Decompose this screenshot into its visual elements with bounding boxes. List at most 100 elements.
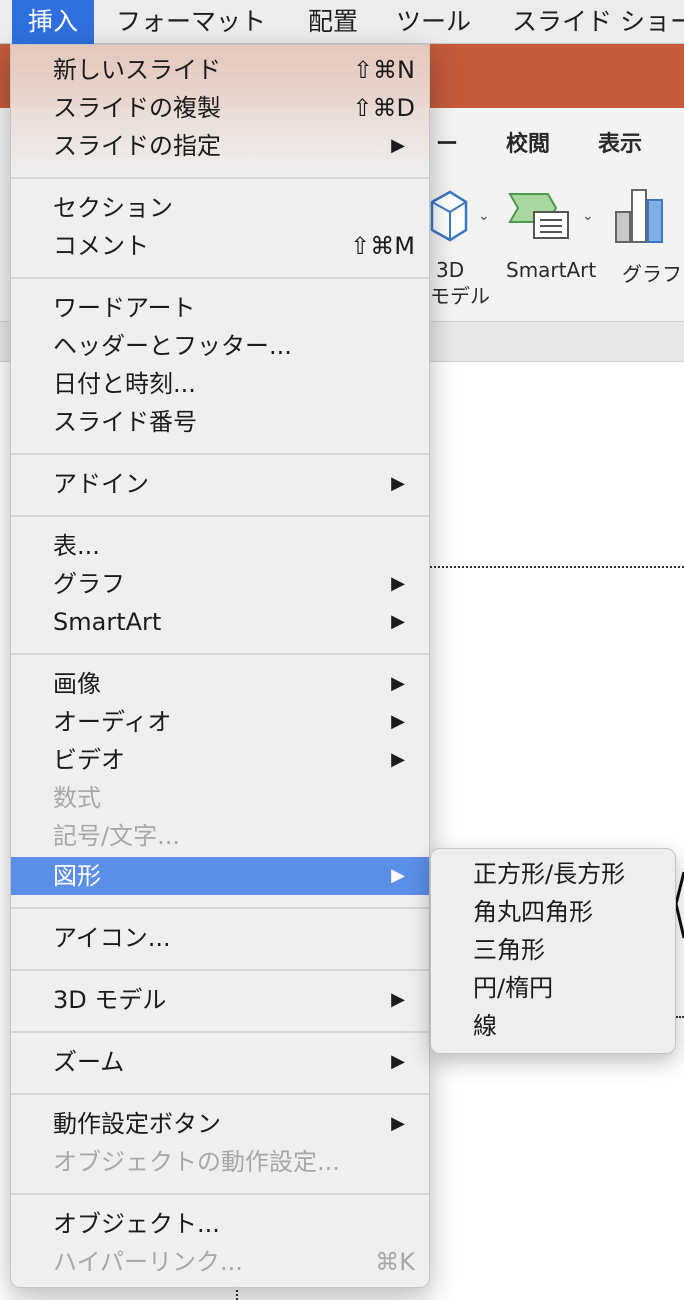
menubar-format[interactable]: フォーマット bbox=[116, 0, 266, 44]
submenu-arrow-icon: ▶ bbox=[391, 989, 405, 1010]
menu-item-header-footer[interactable]: ヘッダーとフッター... bbox=[11, 327, 429, 365]
menu-item-label: 記号/文字... bbox=[53, 822, 180, 850]
menu-item-label: ハイパーリンク... bbox=[53, 1248, 243, 1276]
menu-separator bbox=[11, 1093, 429, 1095]
menu-item-hyperlink: ハイパーリンク... ⌘K bbox=[11, 1243, 429, 1281]
menu-item-equation: 数式 bbox=[11, 779, 429, 817]
submenu-arrow-icon: ▶ bbox=[391, 1051, 405, 1072]
menu-item-shortcut: ⌘K bbox=[375, 1248, 415, 1276]
menu-separator bbox=[11, 653, 429, 655]
menu-separator bbox=[11, 277, 429, 279]
menu-item-label: ズーム bbox=[53, 1048, 125, 1076]
ribbon-3d-model-button[interactable]: ⌄ 3D モデル bbox=[430, 174, 500, 314]
tab-review[interactable]: 校閲 bbox=[506, 126, 550, 158]
menu-item-chart[interactable]: グラフ ▶ bbox=[11, 565, 429, 603]
chevron-down-icon[interactable]: ⌄ bbox=[478, 208, 490, 224]
menu-item-duplicate-slide[interactable]: スライドの複製 ⇧⌘D bbox=[11, 89, 429, 127]
menu-item-table[interactable]: 表... bbox=[11, 527, 429, 565]
submenu-arrow-icon: ▶ bbox=[391, 749, 405, 770]
submenu-item-oval[interactable]: 円/楕円 bbox=[431, 969, 675, 1007]
menu-separator bbox=[11, 177, 429, 179]
menu-bar: 挿入 フォーマット 配置 ツール スライド ショー bbox=[0, 0, 684, 44]
menu-item-slide-from[interactable]: スライドの指定 ▶ bbox=[11, 127, 429, 165]
menu-item-shortcut: ⇧⌘N bbox=[352, 56, 415, 84]
menu-item-audio[interactable]: オーディオ ▶ bbox=[11, 703, 429, 741]
submenu-arrow-icon: ▶ bbox=[391, 1113, 405, 1134]
submenu-item-label: 角丸四角形 bbox=[473, 898, 593, 926]
menu-item-icons[interactable]: アイコン... bbox=[11, 919, 429, 957]
menu-item-label: セクション bbox=[53, 194, 173, 222]
menu-item-label: スライドの指定 bbox=[53, 132, 221, 160]
smartart-label: SmartArt bbox=[506, 258, 597, 282]
menu-item-label: 図形 bbox=[53, 862, 101, 890]
menu-item-label: オーディオ bbox=[53, 708, 172, 736]
menu-separator bbox=[11, 515, 429, 517]
submenu-arrow-icon: ▶ bbox=[391, 135, 405, 156]
menu-item-label: オブジェクトの動作設定... bbox=[53, 1148, 340, 1176]
model3d-label-line1: 3D bbox=[436, 258, 465, 282]
placeholder-border bbox=[430, 566, 684, 568]
submenu-item-label: 円/楕円 bbox=[473, 974, 554, 1002]
menu-item-label: 数式 bbox=[53, 784, 101, 812]
menu-item-picture[interactable]: 画像 ▶ bbox=[11, 665, 429, 703]
menu-item-3d-model[interactable]: 3D モデル ▶ bbox=[11, 981, 429, 1019]
submenu-item-label: 三角形 bbox=[473, 936, 545, 964]
insert-menu: 新しいスライド ⇧⌘N スライドの複製 ⇧⌘D スライドの指定 ▶ セクション … bbox=[10, 44, 430, 1288]
menu-item-video[interactable]: ビデオ ▶ bbox=[11, 741, 429, 779]
placeholder-border bbox=[236, 1286, 238, 1300]
menu-item-new-slide[interactable]: 新しいスライド ⇧⌘N bbox=[11, 51, 429, 89]
tab-partial[interactable]: ー bbox=[436, 126, 458, 158]
menubar-slideshow[interactable]: スライド ショー bbox=[512, 0, 684, 44]
menu-item-zoom[interactable]: ズーム ▶ bbox=[11, 1043, 429, 1081]
menu-item-label: アイコン... bbox=[53, 924, 171, 952]
ribbon-smartart-button[interactable]: ⌄ SmartArt bbox=[504, 174, 604, 314]
menu-item-label: 画像 bbox=[53, 670, 101, 698]
menu-item-shortcut: ⇧⌘D bbox=[352, 94, 415, 122]
menu-separator bbox=[11, 907, 429, 909]
shapes-submenu: 正方形/長方形 角丸四角形 三角形 円/楕円 線 bbox=[430, 848, 676, 1054]
menubar-insert[interactable]: 挿入 bbox=[12, 0, 95, 44]
menubar-tools[interactable]: ツール bbox=[396, 0, 471, 44]
menu-item-label: ワードアート bbox=[53, 294, 196, 322]
model3d-label-line2: モデル bbox=[430, 284, 490, 308]
submenu-arrow-icon: ▶ bbox=[391, 573, 405, 594]
menu-item-wordart[interactable]: ワードアート bbox=[11, 289, 429, 327]
menu-separator bbox=[11, 969, 429, 971]
menu-item-label: アドイン bbox=[53, 470, 149, 498]
menu-item-label: 表... bbox=[53, 532, 100, 560]
menu-item-date-time[interactable]: 日付と時刻... bbox=[11, 365, 429, 403]
submenu-item-rectangle[interactable]: 正方形/長方形 bbox=[431, 855, 675, 893]
menu-item-section[interactable]: セクション bbox=[11, 189, 429, 227]
submenu-item-line[interactable]: 線 bbox=[431, 1007, 675, 1045]
tab-view[interactable]: 表示 bbox=[598, 126, 642, 158]
menu-item-action-buttons[interactable]: 動作設定ボタン ▶ bbox=[11, 1105, 429, 1143]
menu-item-symbol: 記号/文字... bbox=[11, 817, 429, 855]
menu-separator bbox=[11, 1193, 429, 1195]
menu-item-slide-number[interactable]: スライド番号 bbox=[11, 403, 429, 441]
submenu-item-rounded-rectangle[interactable]: 角丸四角形 bbox=[431, 893, 675, 931]
menu-item-label: 新しいスライド bbox=[53, 56, 221, 84]
menu-item-label: SmartArt bbox=[53, 608, 162, 636]
menu-item-addins[interactable]: アドイン ▶ bbox=[11, 465, 429, 503]
bar-chart-icon bbox=[615, 189, 663, 243]
chevron-down-icon[interactable]: ⌄ bbox=[582, 208, 594, 224]
submenu-arrow-icon: ▶ bbox=[391, 865, 405, 886]
menu-item-label: オブジェクト... bbox=[53, 1210, 220, 1238]
submenu-arrow-icon: ▶ bbox=[391, 473, 405, 494]
menu-item-object-action: オブジェクトの動作設定... bbox=[11, 1143, 429, 1181]
menu-item-label: ビデオ bbox=[53, 746, 125, 774]
menu-item-smartart[interactable]: SmartArt ▶ bbox=[11, 603, 429, 641]
menu-item-label: スライドの複製 bbox=[53, 94, 221, 122]
menu-item-label: ヘッダーとフッター... bbox=[53, 332, 292, 360]
menu-separator bbox=[11, 1031, 429, 1033]
submenu-item-triangle[interactable]: 三角形 bbox=[431, 931, 675, 969]
submenu-arrow-icon: ▶ bbox=[391, 711, 405, 732]
menu-item-comment[interactable]: コメント ⇧⌘M bbox=[11, 227, 429, 265]
menu-item-shapes[interactable]: 図形 ▶ bbox=[11, 857, 429, 895]
menu-item-shortcut: ⇧⌘M bbox=[350, 232, 415, 260]
submenu-arrow-icon: ▶ bbox=[391, 673, 405, 694]
smartart-icon bbox=[508, 193, 569, 239]
menu-item-object[interactable]: オブジェクト... bbox=[11, 1205, 429, 1243]
ribbon-chart-button[interactable]: グラフ bbox=[610, 174, 684, 314]
menubar-arrange[interactable]: 配置 bbox=[308, 0, 358, 44]
